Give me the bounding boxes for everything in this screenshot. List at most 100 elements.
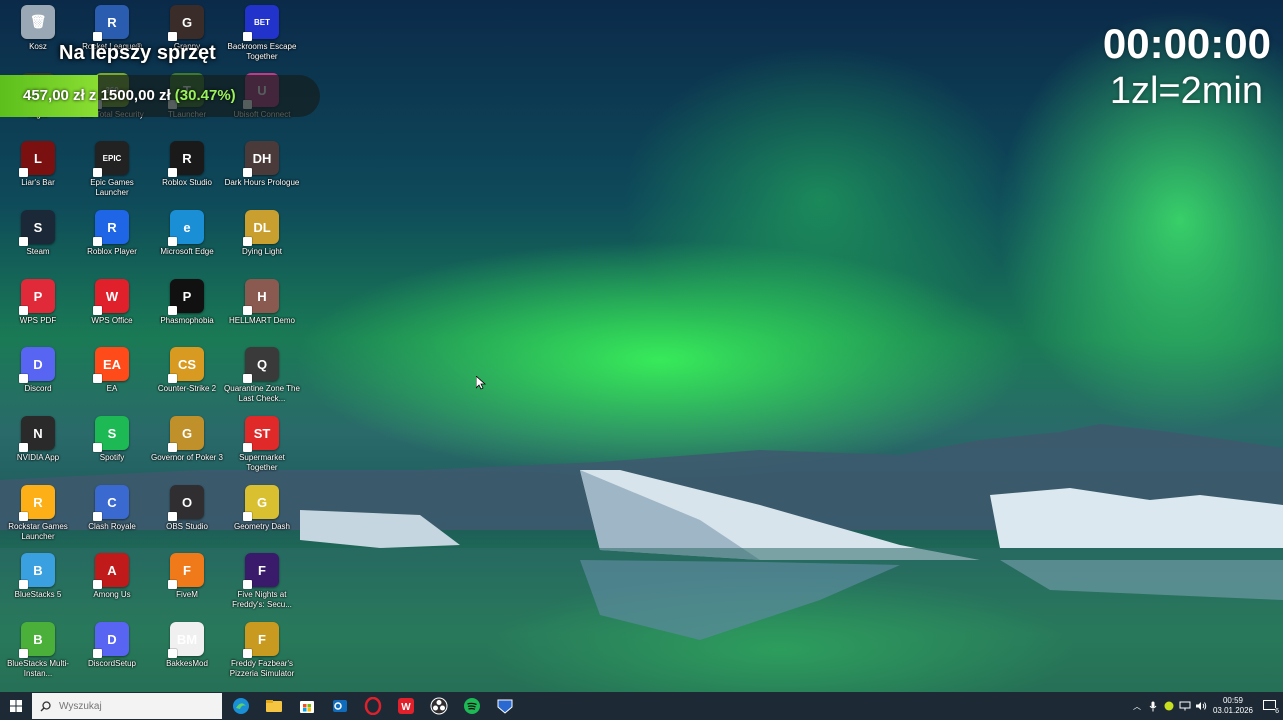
desktop-icon[interactable]: BM BakkesMod	[149, 622, 225, 669]
shortcut-arrow-icon	[93, 374, 102, 383]
desktop-icon[interactable]: e Microsoft Edge	[149, 210, 225, 257]
app-icon: BM	[168, 622, 204, 658]
shortcut-arrow-icon	[19, 649, 28, 658]
shortcut-arrow-icon	[93, 512, 102, 521]
start-button[interactable]	[0, 692, 32, 720]
desktop-icon[interactable]: S Steam	[0, 210, 76, 257]
desktop-icon[interactable]: N NVIDIA App	[0, 416, 76, 463]
desktop-icon-label: Spotify	[99, 453, 125, 462]
taskbar-clock[interactable]: 00:59 03.01.2026	[1213, 696, 1253, 716]
desktop-icon[interactable]: Q Quarantine Zone The Last Check...	[224, 347, 300, 404]
desktop-icon[interactable]: A Among Us	[74, 553, 150, 600]
app-glyph: C	[107, 494, 117, 510]
desktop-icon[interactable]: EPIC Epic Games Launcher	[74, 141, 150, 198]
taskbar-rocket-league[interactable]	[488, 692, 521, 720]
desktop-icon-label: Rockstar Games Launcher	[8, 522, 68, 541]
desktop-icon[interactable]: P Phasmophobia	[149, 279, 225, 326]
time-rate-label: 1zl=2min	[1109, 70, 1263, 112]
desktop-icon[interactable]: CS Counter-Strike 2	[149, 347, 225, 394]
tray-overflow-chevron-icon[interactable]: ︿	[1129, 701, 1145, 712]
desktop-icon-label: Dark Hours Prologue	[224, 178, 300, 187]
desktop-icon[interactable]: F Freddy Fazbear's Pizzeria Simulator	[224, 622, 300, 679]
network-icon[interactable]	[1177, 701, 1193, 711]
app-icon: EPIC	[93, 141, 129, 177]
taskbar-search[interactable]	[32, 693, 222, 719]
desktop-icon[interactable]: P WPS PDF	[0, 279, 76, 326]
app-icon: F	[243, 553, 279, 589]
desktop-icon[interactable]: G Geometry Dash	[224, 485, 300, 532]
desktop-icon[interactable]: F Five Nights at Freddy's: Secu...	[224, 553, 300, 610]
app-glyph: D	[107, 631, 117, 647]
desktop-icon[interactable]: ST Supermarket Together	[224, 416, 300, 473]
desktop-icon[interactable]: D DiscordSetup	[74, 622, 150, 669]
progress-goal: 1500,00 zł	[100, 87, 171, 104]
volume-icon[interactable]	[1193, 701, 1209, 711]
desktop-icon-label: Among Us	[93, 590, 131, 599]
desktop-icon[interactable]: C Clash Royale	[74, 485, 150, 532]
app-icon: 🗑	[21, 5, 55, 39]
desktop-icon[interactable]: L Liar's Bar	[0, 141, 76, 188]
taskbar-edge[interactable]	[224, 692, 257, 720]
microphone-icon[interactable]	[1145, 701, 1161, 712]
app-icon: R	[19, 485, 55, 521]
app-glyph: P	[182, 288, 192, 304]
desktop-icon-label: Discord	[24, 384, 52, 393]
desktop-icon[interactable]: R Rockstar Games Launcher	[0, 485, 76, 542]
app-glyph: N	[33, 425, 43, 441]
desktop-icon[interactable]: D Discord	[0, 347, 76, 394]
desktop-icon[interactable]: DH Dark Hours Prologue	[224, 141, 300, 188]
shortcut-arrow-icon	[243, 306, 252, 315]
desktop-icon[interactable]: B BlueStacks Multi-Instan...	[0, 622, 76, 679]
app-glyph: Q	[256, 356, 268, 372]
taskbar-spotify[interactable]	[455, 692, 488, 720]
desktop-icon-label: Microsoft Edge	[160, 247, 214, 256]
app-glyph: B	[33, 631, 43, 647]
donation-goal-title: Na lepszy sprzęt	[59, 42, 216, 64]
desktop-icon[interactable]: O OBS Studio	[149, 485, 225, 532]
app-icon: P	[168, 279, 204, 315]
desktop-icon[interactable]: F FiveM	[149, 553, 225, 600]
notification-center-button[interactable]: 6	[1261, 700, 1279, 715]
windows-logo-icon	[10, 700, 22, 712]
shortcut-arrow-icon	[168, 512, 177, 521]
desktop-icon-label: Epic Games Launcher	[90, 178, 134, 197]
taskbar-outlook[interactable]	[323, 692, 356, 720]
desktop-icon-label: WPS Office	[91, 316, 133, 325]
taskbar-store[interactable]	[290, 692, 323, 720]
desktop-icon[interactable]: S Spotify	[74, 416, 150, 463]
app-glyph: R	[182, 150, 192, 166]
desktop-icon-label: FiveM	[176, 590, 198, 599]
progress-percent: (30.47%)	[174, 87, 236, 104]
search-input[interactable]	[57, 699, 211, 713]
desktop-icon[interactable]: R Roblox Studio	[149, 141, 225, 188]
desktop-icon[interactable]: DL Dying Light	[224, 210, 300, 257]
taskbar-obs[interactable]	[422, 692, 455, 720]
desktop-icon[interactable]: W WPS Office	[74, 279, 150, 326]
taskbar-opera[interactable]	[356, 692, 389, 720]
shortcut-arrow-icon	[93, 649, 102, 658]
desktop-icon[interactable]: G Governor of Poker 3	[149, 416, 225, 463]
desktop-icon[interactable]: BET Backrooms Escape Together	[224, 5, 300, 62]
app-glyph: F	[258, 562, 266, 578]
file-explorer-icon	[265, 700, 282, 712]
taskbar-wps[interactable]: W	[389, 692, 422, 720]
shortcut-arrow-icon	[168, 374, 177, 383]
tray-app-icon[interactable]	[1161, 701, 1177, 711]
desktop-icon-label: Geometry Dash	[233, 522, 291, 531]
app-icon: W	[93, 279, 129, 315]
desktop-icon-label: Quarantine Zone The Last Check...	[224, 384, 300, 403]
app-icon: e	[168, 210, 204, 246]
taskbar-file-explorer[interactable]	[257, 692, 290, 720]
app-glyph: EA	[102, 356, 122, 372]
desktop-icon-label: Governor of Poker 3	[150, 453, 224, 462]
desktop-icon[interactable]: R Roblox Player	[74, 210, 150, 257]
app-icon: BET	[243, 5, 279, 41]
desktop-icon[interactable]: H HELLMART Demo	[224, 279, 300, 326]
desktop-icon[interactable]: EA EA	[74, 347, 150, 394]
desktop-icon[interactable]: B BlueStacks 5	[0, 553, 76, 600]
shortcut-arrow-icon	[93, 32, 102, 41]
shortcut-arrow-icon	[19, 168, 28, 177]
desktop-icon-label: Roblox Studio	[162, 178, 212, 187]
desktop[interactable]: 🗑 Kosz R Rocket League® G Granny BET Backrooms …	[0, 0, 1283, 692]
app-glyph: D	[33, 356, 43, 372]
